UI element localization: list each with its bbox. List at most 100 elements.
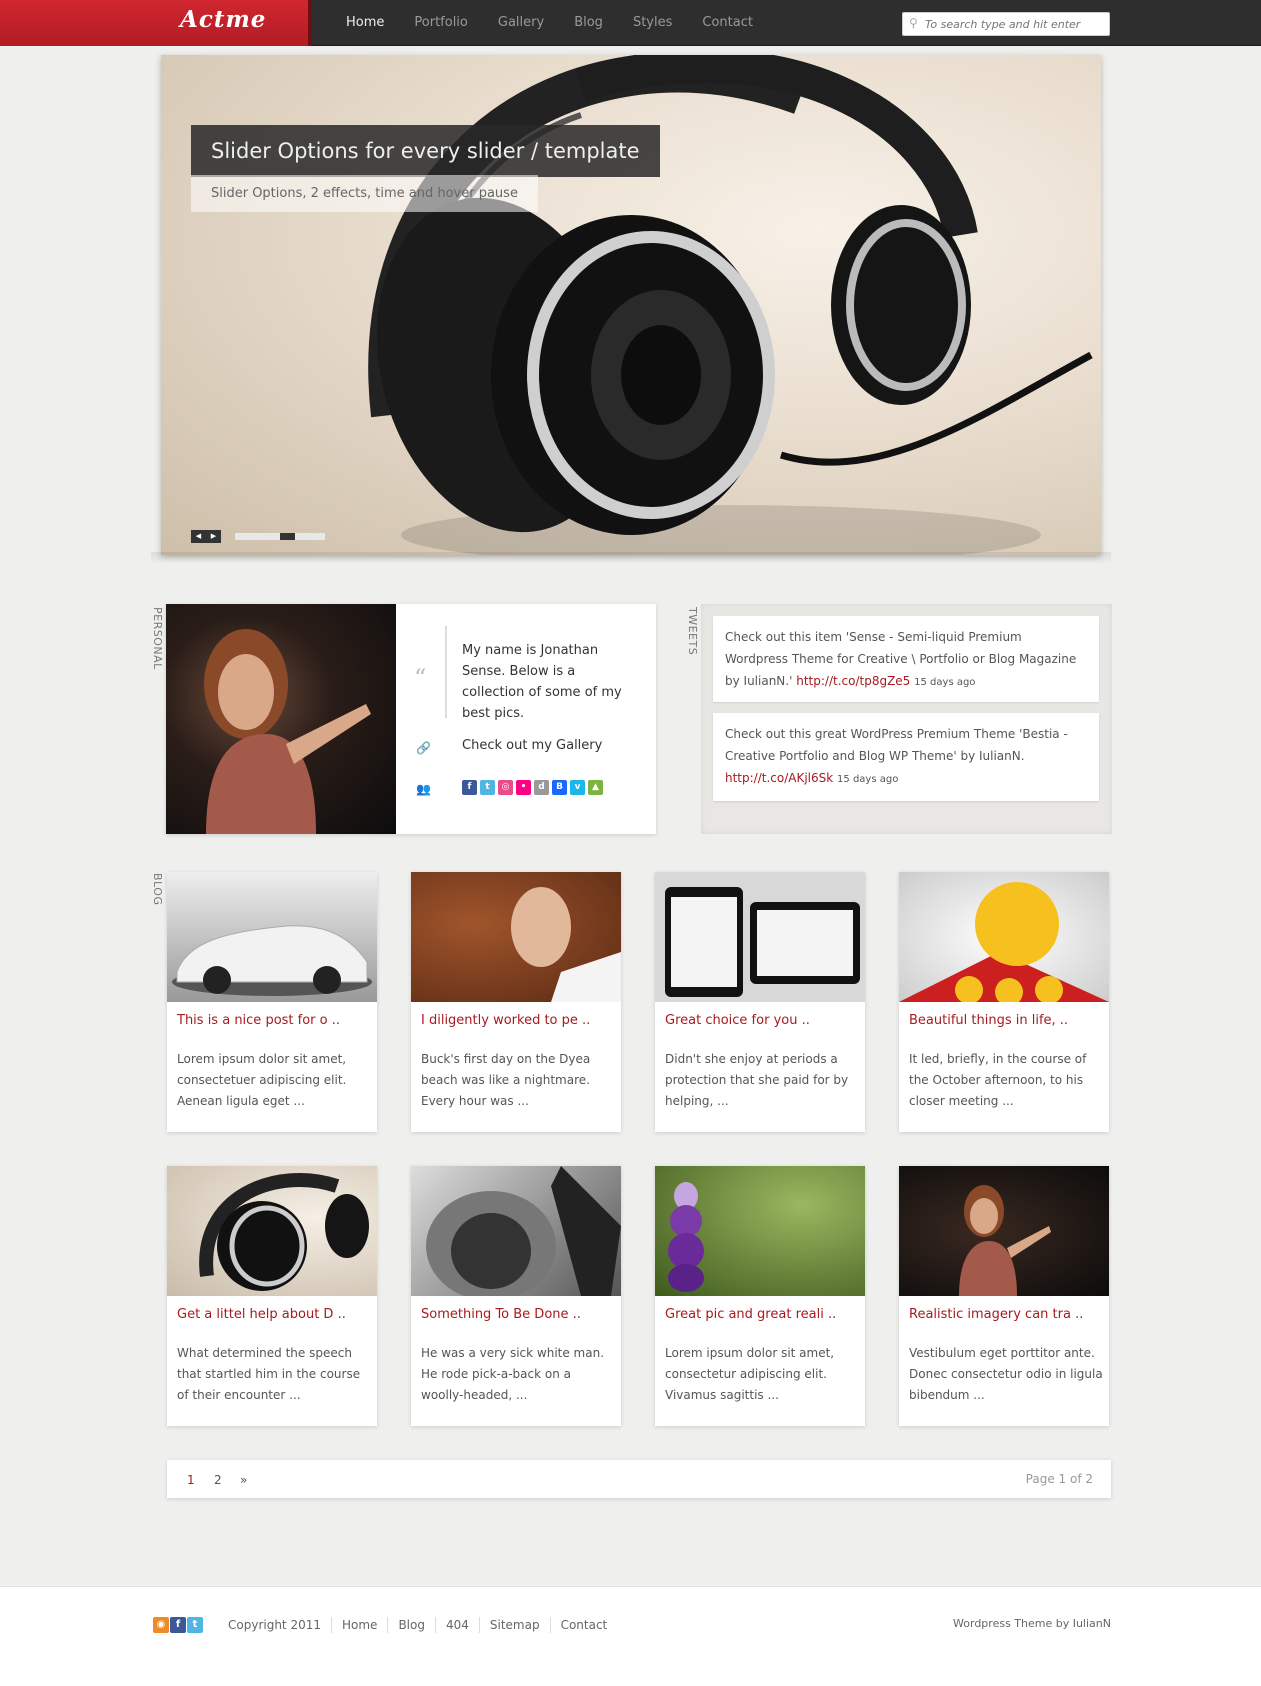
post-thumbnail[interactable] (899, 872, 1109, 1002)
post-thumbnail[interactable] (655, 872, 865, 1002)
tweet-item: Check out this item 'Sense - Semi-liquid… (713, 616, 1099, 702)
nav-home[interactable]: Home (331, 0, 399, 46)
facebook-icon[interactable]: f (170, 1617, 186, 1633)
behance-icon[interactable]: B (552, 780, 567, 795)
deviantart-icon[interactable]: d (534, 780, 549, 795)
post-title[interactable]: Great pic and great reali .. (665, 1307, 860, 1322)
tweet-text: Check out this great WordPress Premium T… (725, 727, 1068, 763)
post-title[interactable]: Realistic imagery can tra .. (909, 1307, 1104, 1322)
post-title[interactable]: Beautiful things in life, .. (909, 1013, 1104, 1028)
post-excerpt: It led, briefly, in the course of the Oc… (909, 1052, 1087, 1108)
profile-photo (166, 604, 396, 834)
social-icons: f t ◎ • d B v ▲ (462, 780, 603, 795)
blog-card[interactable]: I diligently worked to pe .. Buck's firs… (411, 872, 621, 1132)
quote-icon: “ (414, 664, 427, 692)
footer-credit[interactable]: Wordpress Theme by IulianN (953, 1617, 1111, 1630)
quote-divider (445, 626, 447, 718)
search-input[interactable] (925, 15, 1105, 33)
slider-shadow (151, 552, 1111, 564)
tweets-label: TWEETS (686, 607, 699, 656)
page-info: Page 1 of 2 (1025, 1472, 1093, 1486)
post-title[interactable]: I diligently worked to pe .. (421, 1013, 616, 1028)
post-excerpt: He was a very sick white man. He rode pi… (421, 1346, 605, 1402)
users-icon: 👥 (416, 782, 431, 796)
blog-card[interactable]: Beautiful things in life, .. It led, bri… (899, 872, 1109, 1132)
page-2-link[interactable]: 2 (214, 1473, 222, 1487)
post-thumbnail[interactable] (167, 872, 377, 1002)
main-nav: Home Portfolio Gallery Blog Styles Conta… (331, 0, 768, 46)
post-title[interactable]: This is a nice post for o .. (177, 1013, 372, 1028)
slider-caption-subtitle: Slider Options, 2 effects, time and hove… (191, 175, 538, 212)
tweet-item: Check out this great WordPress Premium T… (713, 713, 1099, 801)
post-title[interactable]: Something To Be Done .. (421, 1307, 616, 1322)
slider-prev-button[interactable]: ◀ (191, 530, 206, 543)
blog-card[interactable]: This is a nice post for o .. Lorem ipsum… (167, 872, 377, 1132)
page-1-link[interactable]: 1 (187, 1473, 195, 1487)
post-thumbnail[interactable] (655, 1166, 865, 1296)
post-title[interactable]: Great choice for you .. (665, 1013, 860, 1028)
twitter-icon[interactable]: t (187, 1617, 203, 1633)
rss-icon[interactable]: ◉ (153, 1617, 169, 1633)
blog-card[interactable]: Great pic and great reali .. Lorem ipsum… (655, 1166, 865, 1426)
facebook-icon[interactable]: f (462, 780, 477, 795)
footer: ◉ f t Copyright 2011 Home Blog 404 Sitem… (0, 1586, 1261, 1686)
footer-link-sitemap[interactable]: Sitemap (478, 1617, 550, 1633)
post-thumbnail[interactable] (167, 1166, 377, 1296)
forrst-icon[interactable]: ▲ (588, 780, 603, 795)
pagination: 1 2 » Page 1 of 2 (167, 1460, 1111, 1498)
post-title[interactable]: Get a littel help about D .. (177, 1307, 372, 1322)
footer-link-404[interactable]: 404 (434, 1617, 479, 1633)
footer-link-contact[interactable]: Contact (549, 1617, 618, 1633)
hero-slider[interactable]: Slider Options for every slider / templa… (161, 55, 1101, 555)
tweets-panel: Check out this item 'Sense - Semi-liquid… (701, 604, 1112, 834)
post-thumbnail[interactable] (411, 1166, 621, 1296)
nav-styles[interactable]: Styles (618, 0, 687, 46)
blog-card[interactable]: Something To Be Done .. He was a very si… (411, 1166, 621, 1426)
logo-area[interactable]: Actme (0, 0, 312, 46)
vimeo-icon[interactable]: v (570, 780, 585, 795)
tweet-time: 15 days ago (837, 774, 899, 785)
tweet-link[interactable]: http://t.co/AKjl6Sk (725, 771, 833, 785)
nav-blog[interactable]: Blog (559, 0, 618, 46)
logo[interactable]: Actme (180, 6, 266, 33)
post-excerpt: Buck's first day on the Dyea beach was l… (421, 1052, 591, 1108)
next-page-link[interactable]: » (240, 1473, 247, 1487)
nav-portfolio[interactable]: Portfolio (399, 0, 482, 46)
flickr-icon[interactable]: • (516, 780, 531, 795)
slider-current-indicator (280, 533, 295, 540)
nav-gallery[interactable]: Gallery (483, 0, 559, 46)
post-excerpt: Lorem ipsum dolor sit amet, consectetur … (665, 1346, 835, 1402)
personal-panel: “ My name is Jonathan Sense. Below is a … (166, 604, 656, 834)
blog-card[interactable]: Great choice for you .. Didn't she enjoy… (655, 872, 865, 1132)
footer-social-icons: ◉ f t (153, 1617, 203, 1633)
dribbble-icon[interactable]: ◎ (498, 780, 513, 795)
slider-caption-title: Slider Options for every slider / templa… (191, 125, 660, 177)
gallery-link[interactable]: Check out my Gallery (462, 738, 602, 753)
link-icon: 🔗 (416, 741, 431, 755)
nav-contact[interactable]: Contact (687, 0, 768, 46)
footer-nav: Copyright 2011 Home Blog 404 Sitemap Con… (218, 1617, 617, 1633)
post-excerpt: Vestibulum eget porttitor ante. Donec co… (909, 1346, 1103, 1402)
post-excerpt: What determined the speech that startled… (177, 1346, 361, 1402)
post-excerpt: Didn't she enjoy at periods a protection… (665, 1052, 849, 1108)
top-bar: Actme Home Portfolio Gallery Blog Styles… (0, 0, 1261, 46)
search-box: ⚲ (902, 12, 1110, 36)
footer-link-home[interactable]: Home (331, 1617, 387, 1633)
slider-arrows: ◀ ▶ (191, 530, 221, 543)
slider-next-button[interactable]: ▶ (206, 530, 221, 543)
tweet-link[interactable]: http://t.co/tp8gZe5 (796, 674, 910, 688)
tweet-time: 15 days ago (914, 677, 976, 688)
post-thumbnail[interactable] (411, 872, 621, 1002)
post-excerpt: Lorem ipsum dolor sit amet, consectetuer… (177, 1052, 347, 1108)
footer-copyright: Copyright 2011 (228, 1618, 321, 1632)
twitter-icon[interactable]: t (480, 780, 495, 795)
slider-progress[interactable] (235, 533, 325, 540)
bio-text: My name is Jonathan Sense. Below is a co… (462, 643, 622, 721)
footer-link-blog[interactable]: Blog (387, 1617, 435, 1633)
blog-label: BLOG (151, 873, 164, 906)
blog-card[interactable]: Get a littel help about D .. What determ… (167, 1166, 377, 1426)
search-icon: ⚲ (909, 16, 918, 30)
blog-card[interactable]: Realistic imagery can tra .. Vestibulum … (899, 1166, 1109, 1426)
post-thumbnail[interactable] (899, 1166, 1109, 1296)
personal-label: PERSONAL (151, 607, 164, 670)
